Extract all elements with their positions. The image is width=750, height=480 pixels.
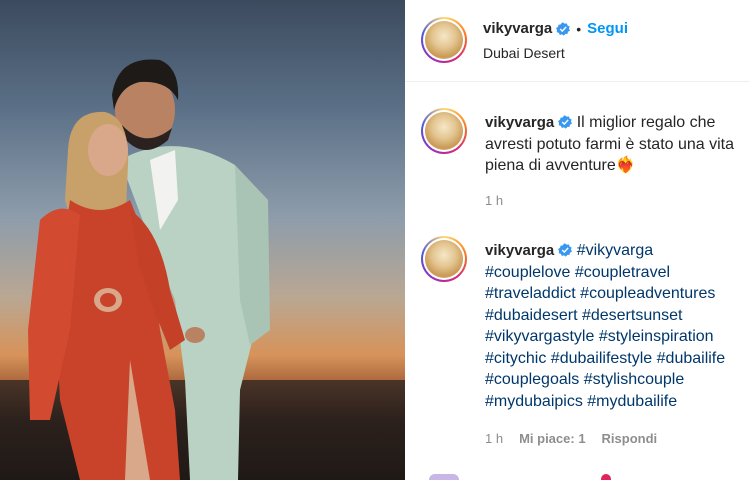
timestamp[interactable]: 1 h [485,431,503,446]
timestamp[interactable]: 1 h [485,193,503,208]
avatar-image [425,112,463,150]
couple-illustration [28,59,270,480]
next-comment-heart-partial [601,474,611,480]
reply-button[interactable]: Rispondi [602,431,658,446]
username-link[interactable]: vikyvarga [485,114,554,131]
caption-line: avresti potuto farmi è stato una vita [485,135,735,153]
verified-badge-icon [558,115,573,129]
verified-badge-icon [556,21,571,36]
post-header: vikyvarga • Segui Dubai Desert [405,0,750,82]
heart-on-fire-emoji: ❤️‍🔥 [615,157,636,174]
avatar[interactable] [421,17,467,63]
hashtag-text: vikyvarga #vikyvarga #couplelove #couple… [485,240,750,412]
hashtag-comment: vikyvarga #vikyvarga #couplelove #couple… [405,230,750,460]
caption-meta: 1 h [485,193,503,208]
username-link[interactable]: vikyvarga [483,20,552,37]
avatar[interactable] [421,236,467,282]
follow-button[interactable]: Segui [587,20,628,37]
avatar-image [425,21,463,59]
separator-dot: • [576,20,582,37]
caption-line: Il miglior regalo che [576,114,716,131]
verified-badge-icon [558,243,573,257]
hashtag-line[interactable]: #dubaidesert #desertsunset [485,307,682,324]
header-title-row: vikyvarga • Segui [483,20,628,37]
caption-text: vikyvarga Il miglior regalo che avresti … [485,112,750,177]
location-link[interactable]: Dubai Desert [483,45,565,61]
next-comment-avatar-partial [429,474,459,480]
avatar[interactable] [421,108,467,154]
caption-comment: vikyvarga Il miglior regalo che avresti … [405,100,750,220]
avatar-image [425,240,463,278]
caption-line: piena di avventure [485,157,616,174]
post-photo[interactable] [0,0,405,480]
username-link[interactable]: vikyvarga [485,242,554,259]
likes-count[interactable]: Mi piace: 1 [519,431,585,446]
hashtag-line[interactable]: #traveladdict #coupleadventures [485,285,715,302]
hashtag-link[interactable]: #vikyvarga [577,242,653,259]
post-sidebar: vikyvarga • Segui Dubai Desert vikyvarga… [405,0,750,480]
hashtag-line[interactable]: #couplelove #coupletravel [485,264,670,281]
hashtag-line[interactable]: #vikyvargastyle #styleinspiration [485,328,714,345]
hashtag-line[interactable]: #citychic #dubailifestyle #dubailife [485,350,725,367]
hashtag-line[interactable]: #mydubaipics #mydubailife [485,393,677,410]
hashtag-comment-meta: 1 h Mi piace: 1 Rispondi [485,431,657,446]
hashtag-line[interactable]: #couplegoals #stylishcouple [485,371,684,388]
